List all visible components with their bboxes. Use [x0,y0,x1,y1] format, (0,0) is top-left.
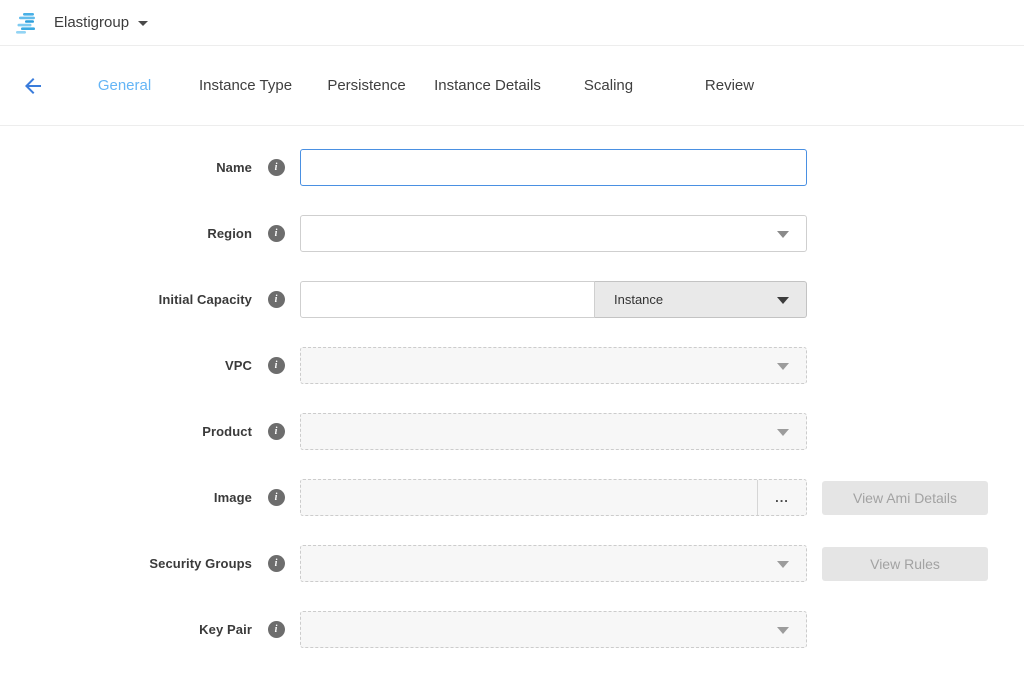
form-row-product: Product i [0,413,1024,450]
tab-instance-details[interactable]: Instance Details [427,71,548,100]
tab-instance-type[interactable]: Instance Type [185,71,306,100]
initial-capacity-label: Initial Capacity [0,292,252,307]
info-icon[interactable]: i [268,423,285,440]
elastigroup-logo-icon [16,12,42,34]
general-settings-form: Name i Region i Initial Capacity i Insta… [0,126,1024,648]
elastigroup-app-switcher[interactable]: Elastigroup [16,12,148,34]
info-icon[interactable]: i [268,489,285,506]
form-row-security-groups: Security Groups i View Rules [0,545,1024,582]
vpc-select[interactable] [300,347,807,384]
info-icon[interactable]: i [268,555,285,572]
view-ami-details-button[interactable]: View Ami Details [822,481,988,515]
tab-general[interactable]: General [64,71,185,100]
form-row-key-pair: Key Pair i [0,611,1024,648]
chevron-down-icon [777,561,789,568]
name-label: Name [0,160,252,175]
form-row-initial-capacity: Initial Capacity i Instance [0,281,1024,318]
info-icon[interactable]: i [268,291,285,308]
region-select[interactable] [300,215,807,252]
key-pair-label: Key Pair [0,622,252,637]
chevron-down-icon [138,21,148,26]
image-browse-button[interactable]: ... [757,480,806,515]
image-input[interactable]: ... [300,479,807,516]
capacity-unit-value: Instance [614,292,663,307]
info-icon[interactable]: i [268,357,285,374]
security-groups-label: Security Groups [0,556,252,571]
form-row-region: Region i [0,215,1024,252]
security-groups-select[interactable] [300,545,807,582]
chevron-down-icon [777,297,789,304]
arrow-back-icon [21,74,45,98]
wizard-tab-bar: General Instance Type Persistence Instan… [0,46,1024,126]
capacity-unit-select[interactable]: Instance [595,281,807,318]
info-icon[interactable]: i [268,225,285,242]
chevron-down-icon [777,363,789,370]
tab-review[interactable]: Review [669,71,790,100]
tab-persistence[interactable]: Persistence [306,71,427,100]
name-input[interactable] [300,149,807,186]
view-rules-button[interactable]: View Rules [822,547,988,581]
chevron-down-icon [777,231,789,238]
form-row-image: Image i ... View Ami Details [0,479,1024,516]
wizard-tabs: General Instance Type Persistence Instan… [64,71,790,100]
info-icon[interactable]: i [268,621,285,638]
image-label: Image [0,490,252,505]
form-row-name: Name i [0,149,1024,186]
vpc-label: VPC [0,358,252,373]
region-label: Region [0,226,252,241]
form-row-vpc: VPC i [0,347,1024,384]
tab-scaling[interactable]: Scaling [548,71,669,100]
product-label: Product [0,424,252,439]
product-select[interactable] [300,413,807,450]
info-icon[interactable]: i [268,159,285,176]
app-name: Elastigroup [54,14,129,31]
back-button[interactable] [18,71,48,101]
initial-capacity-input[interactable] [300,281,595,318]
top-bar: Elastigroup [0,0,1024,46]
chevron-down-icon [777,429,789,436]
chevron-down-icon [777,627,789,634]
key-pair-select[interactable] [300,611,807,648]
